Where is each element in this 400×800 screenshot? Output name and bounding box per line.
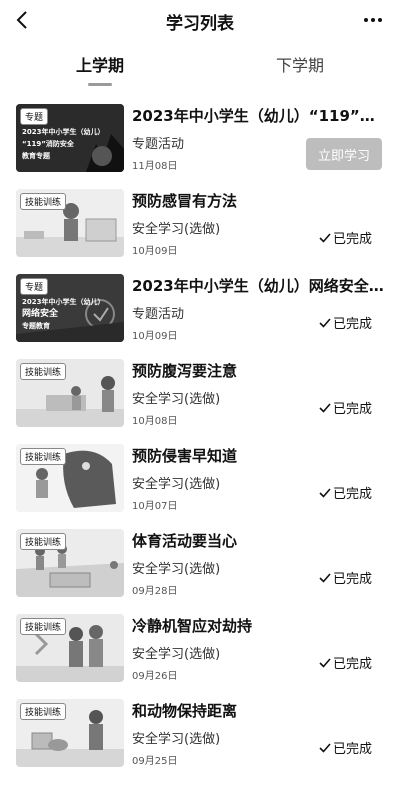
semester-tabs: 上学期 下学期	[0, 40, 400, 90]
status-text: 已完成	[332, 317, 372, 332]
item-title: 预防感冒有方法	[132, 192, 238, 210]
more-dots-icon	[364, 18, 382, 22]
list-item[interactable]: 技能训练 预防感冒有方法 安全学习(选做) 10月09日 已完成	[0, 180, 400, 265]
page-title: 学习列表	[166, 14, 234, 34]
item-thumbnail: 专题 2023年中小学生（幼儿） 网络安全 专题教育	[16, 274, 124, 342]
thumb-badge: 专题	[20, 278, 49, 295]
item-title: 和动物保持距离	[132, 702, 238, 720]
completed-status: 已完成	[319, 653, 372, 672]
checkmark-icon	[319, 487, 331, 498]
item-title: 预防侵害早知道	[132, 447, 238, 465]
item-thumbnail: 技能训练	[16, 529, 124, 597]
status-text: 已完成	[332, 487, 372, 502]
tab-second-semester[interactable]: 下学期	[240, 52, 360, 76]
item-title: 冷静机智应对劫持	[132, 617, 253, 635]
item-category: 安全学习(选做)	[132, 562, 221, 577]
more-button[interactable]	[360, 8, 386, 32]
thumb-badge: 技能训练	[20, 363, 67, 380]
top-bar: 学习列表	[0, 0, 400, 40]
thumb-badge: 专题	[20, 108, 49, 125]
active-tab-indicator	[88, 83, 112, 86]
item-category: 安全学习(选做)	[132, 732, 221, 747]
status-text: 已完成	[332, 572, 372, 587]
checkmark-icon	[319, 572, 331, 583]
thumb-badge: 技能训练	[20, 533, 67, 550]
thumb-line: 专题教育	[22, 322, 50, 330]
thumb-badge: 技能训练	[20, 618, 67, 635]
item-category: 安全学习(选做)	[132, 222, 221, 237]
status-text: 已完成	[332, 742, 372, 757]
item-date: 09月25日	[132, 756, 178, 767]
item-date: 09月26日	[132, 671, 178, 682]
completed-status: 已完成	[319, 568, 372, 587]
item-date: 09月28日	[132, 586, 178, 597]
thumb-line: 教育专题	[22, 152, 50, 160]
item-thumbnail: 技能训练	[16, 189, 124, 257]
status-text: 已完成	[332, 657, 372, 672]
start-learning-button[interactable]: 立即学习	[306, 138, 382, 170]
list-item[interactable]: 技能训练 和动物保持距离 安全学习(选做) 09月25日 已完成	[0, 690, 400, 775]
checkmark-icon	[319, 317, 331, 328]
item-category: 安全学习(选做)	[132, 392, 221, 407]
checkmark-icon	[319, 232, 331, 243]
thumb-badge: 技能训练	[20, 448, 67, 465]
thumb-badge: 技能训练	[20, 703, 67, 720]
completed-status: 已完成	[319, 313, 372, 332]
item-title: 预防腹泻要注意	[132, 362, 238, 380]
completed-status: 已完成	[319, 228, 372, 247]
item-thumbnail: 技能训练	[16, 699, 124, 767]
list-item[interactable]: 技能训练 体育活动要当心 安全学习(选做) 09月28日 已完成	[0, 520, 400, 605]
completed-status: 已完成	[319, 483, 372, 502]
item-date: 11月08日	[132, 161, 178, 172]
item-thumbnail: 技能训练	[16, 359, 124, 427]
status-text: 已完成	[332, 232, 372, 247]
list-item[interactable]: 技能训练 预防腹泻要注意 安全学习(选做) 10月08日 已完成	[0, 350, 400, 435]
item-date: 10月07日	[132, 501, 178, 512]
item-category: 安全学习(选做)	[132, 647, 221, 662]
item-thumbnail: 技能训练	[16, 614, 124, 682]
item-date: 10月09日	[132, 331, 178, 342]
item-thumbnail: 专题 2023年中小学生（幼儿） “119”消防安全 教育专题	[16, 104, 124, 172]
item-title: 2023年中小学生（幼儿）“119”消防安全教育专题	[132, 107, 384, 125]
checkmark-icon	[319, 657, 331, 668]
item-category: 安全学习(选做)	[132, 477, 221, 492]
list-item[interactable]: 技能训练 冷静机智应对劫持 安全学习(选做) 09月26日 已完成	[0, 605, 400, 690]
list-item[interactable]: 专题 2023年中小学生（幼儿） “119”消防安全 教育专题 2023年中小学…	[0, 95, 400, 180]
item-thumbnail: 技能训练	[16, 444, 124, 512]
item-title: 体育活动要当心	[132, 532, 238, 550]
status-text: 已完成	[332, 402, 372, 417]
item-title: 2023年中小学生（幼儿）网络安全专题教育	[132, 277, 384, 295]
list-item[interactable]: 技能训练 预防侵害早知道 安全学习(选做) 10月07日 已完成	[0, 435, 400, 520]
item-category: 专题活动	[132, 307, 185, 322]
thumb-line: 2023年中小学生（幼儿）	[22, 128, 105, 136]
list-item[interactable]: 专题 2023年中小学生（幼儿） 网络安全 专题教育 2023年中小学生（幼儿）…	[0, 265, 400, 350]
checkmark-icon	[319, 742, 331, 753]
item-category: 专题活动	[132, 137, 185, 152]
item-date: 10月08日	[132, 416, 178, 427]
completed-status: 已完成	[319, 738, 372, 757]
item-date: 10月09日	[132, 246, 178, 257]
tab-first-semester[interactable]: 上学期	[40, 52, 160, 76]
thumb-badge: 技能训练	[20, 193, 67, 210]
thumb-line: 2023年中小学生（幼儿）	[22, 298, 105, 306]
thumb-line: “119”消防安全	[22, 140, 74, 148]
checkmark-icon	[319, 402, 331, 413]
completed-status: 已完成	[319, 398, 372, 417]
thumb-line: 网络安全	[22, 309, 59, 319]
